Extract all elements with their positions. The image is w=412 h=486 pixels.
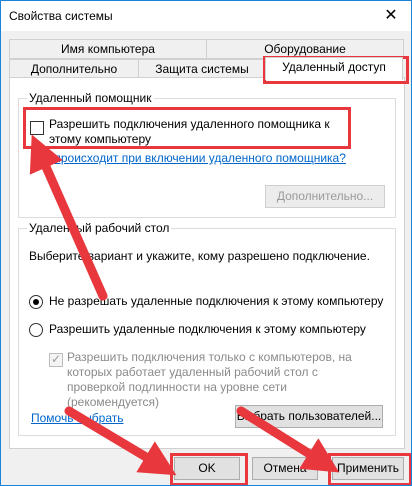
close-icon[interactable]: ✕: [381, 6, 401, 26]
help-choose-link[interactable]: Помочь выбрать: [31, 411, 151, 426]
remote-desktop-instruction: Выберите вариант и укажите, кому разреше…: [29, 249, 370, 263]
tab-strip: Имя компьютера Оборудование Дополнительн…: [9, 39, 404, 80]
title-bar[interactable]: Свойства системы ✕: [1, 1, 411, 31]
advanced-button[interactable]: Дополнительно...: [265, 185, 385, 208]
nla-checkbox[interactable]: ✓: [49, 352, 63, 367]
remote-tab-panel: Удаленный помощник Разрешить подключения…: [9, 77, 405, 449]
assistance-info-link[interactable]: Что происходит при включении удаленного …: [31, 151, 381, 166]
cancel-button[interactable]: Отмена: [252, 457, 318, 480]
ok-button[interactable]: OK: [174, 457, 240, 480]
select-users-button[interactable]: Выбрать пользователей...: [235, 405, 383, 428]
window-title: Свойства системы: [9, 9, 113, 23]
remote-desktop-group: Удаленный рабочий стол Выберите вариант …: [18, 221, 396, 436]
tab-hardware[interactable]: Оборудование: [206, 39, 404, 59]
tab-system-protection[interactable]: Защита системы: [138, 59, 266, 79]
radio-allow-remote[interactable]: [29, 323, 43, 337]
system-properties-window: Свойства системы ✕ Имя компьютера Оборуд…: [0, 0, 412, 486]
allow-remote-label[interactable]: Разрешить удаленные подключения к этому …: [49, 322, 389, 337]
apply-button[interactable]: Применить: [332, 457, 404, 480]
tab-advanced[interactable]: Дополнительно: [9, 59, 139, 79]
checkmark-icon: ✓: [51, 352, 62, 366]
allow-assistance-checkbox[interactable]: [30, 121, 44, 135]
radio-selected-dot: [33, 299, 39, 305]
tab-remote[interactable]: Удаленный доступ: [265, 57, 403, 80]
radio-deny-remote[interactable]: [29, 295, 43, 309]
allow-assistance-label[interactable]: Разрешить подключения удаленного помощни…: [49, 117, 349, 147]
tab-computer-name[interactable]: Имя компьютера: [9, 39, 207, 59]
remote-desktop-title: Удаленный рабочий стол: [27, 221, 172, 235]
remote-assistance-group: Удаленный помощник Разрешить подключения…: [18, 91, 396, 218]
deny-remote-label[interactable]: Не разрешать удаленные подключения к это…: [49, 294, 389, 309]
nla-label: Разрешить подключения только с компьютер…: [67, 350, 352, 409]
remote-assistance-title: Удаленный помощник: [27, 91, 154, 105]
